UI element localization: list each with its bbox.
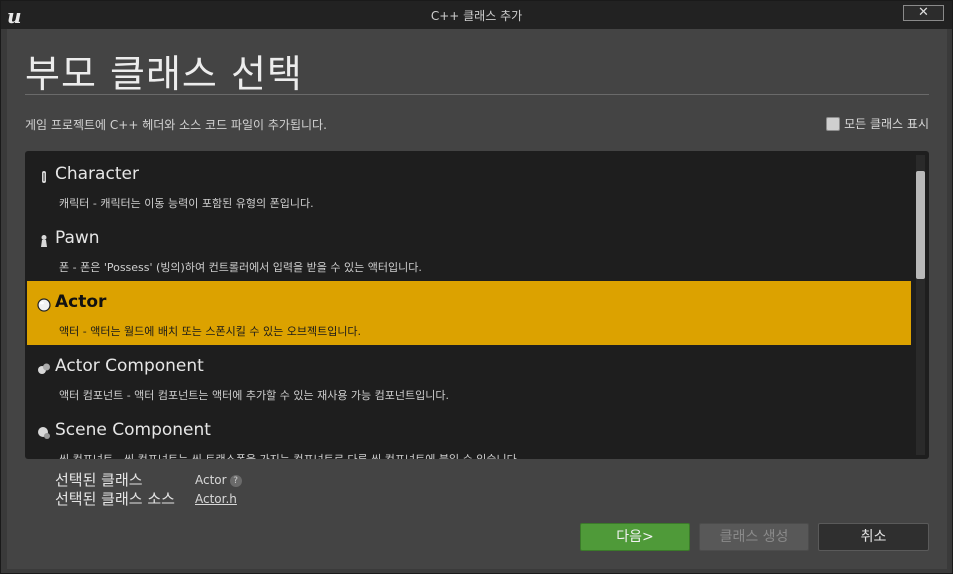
selected-class-value: Actor xyxy=(195,473,227,487)
class-name: Character xyxy=(55,164,139,184)
class-description: 폰 - 폰은 'Possess' (빙의)하여 컨트롤러에서 입력을 받을 수 … xyxy=(59,261,422,274)
close-button[interactable]: ✕ xyxy=(903,5,944,21)
dialog-content: 부모 클래스 선택 게임 프로젝트에 C++ 헤더와 소스 코드 파일이 추가됩… xyxy=(7,29,947,569)
class-description: 액터 컴포넌트 - 액터 컴포넌트는 액터에 추가할 수 있는 재사용 가능 컴… xyxy=(59,389,450,402)
page-subtitle: 게임 프로젝트에 C++ 헤더와 소스 코드 파일이 추가됩니다. xyxy=(25,118,327,132)
selection-info: 선택된 클래스 Actor? 선택된 클래스 소스 Actor.h xyxy=(55,471,242,509)
window-title: C++ 클래스 추가 xyxy=(430,9,523,23)
class-description: 액터 - 액터는 월드에 배치 또는 스폰시킬 수 있는 오브젝트입니다. xyxy=(59,325,362,338)
character-icon xyxy=(42,171,46,183)
class-description: 캐릭터 - 캐릭터는 이동 능력이 포함된 유형의 폰입니다. xyxy=(59,197,314,210)
actor-icon xyxy=(37,298,51,312)
class-item-actor-component[interactable]: Actor Component 액터 컴포넌트 - 액터 컴포넌트는 액터에 추… xyxy=(27,345,911,409)
show-all-checkbox[interactable] xyxy=(826,116,841,131)
class-name: Pawn xyxy=(55,228,100,248)
actor-component-icon xyxy=(38,363,50,374)
list-scrollbar[interactable] xyxy=(916,155,925,455)
scrollbar-thumb[interactable] xyxy=(916,171,925,279)
page-title: 부모 클래스 선택 xyxy=(25,52,303,96)
selected-class-label: 선택된 클래스 xyxy=(55,471,143,489)
class-name: Scene Component xyxy=(55,420,211,440)
scene-component-icon xyxy=(38,427,50,439)
show-all-label: 모든 클래스 표시 xyxy=(844,117,929,131)
selected-class-source-link[interactable]: Actor.h xyxy=(195,490,237,509)
title-divider xyxy=(25,94,929,95)
class-item-character[interactable]: Character 캐릭터 - 캐릭터는 이동 능력이 포함된 유형의 폰입니다… xyxy=(27,153,911,217)
help-icon[interactable]: ? xyxy=(229,474,242,487)
cancel-button[interactable]: 취소 xyxy=(818,523,929,551)
class-item-actor[interactable]: Actor 액터 - 액터는 월드에 배치 또는 스폰시킬 수 있는 오브젝트입… xyxy=(27,281,911,345)
create-class-button[interactable]: 클래스 생성 xyxy=(699,523,809,551)
parent-class-list[interactable]: Character 캐릭터 - 캐릭터는 이동 능력이 포함된 유형의 폰입니다… xyxy=(25,151,929,459)
class-name: Actor xyxy=(55,292,107,312)
class-name: Actor Component xyxy=(55,356,204,376)
add-cpp-class-dialog: u C++ 클래스 추가 ✕ 부모 클래스 선택 게임 프로젝트에 C++ 헤더… xyxy=(0,0,953,574)
pawn-icon xyxy=(41,235,47,247)
selected-class-value-wrap: Actor? xyxy=(195,471,242,490)
title-bar[interactable]: u C++ 클래스 추가 ✕ xyxy=(1,1,952,29)
selected-class-source-label: 선택된 클래스 소스 xyxy=(55,490,175,508)
class-item-pawn[interactable]: Pawn 폰 - 폰은 'Possess' (빙의)하여 컨트롤러에서 입력을 … xyxy=(27,217,911,281)
next-button[interactable]: 다음> xyxy=(580,523,690,551)
class-description: 씬 컴포넌트 - 씬 컴포넌트는 씬 트랜스폼을 가지는 컴포넌트로 다른 씬 … xyxy=(59,451,520,459)
class-item-scene-component[interactable]: Scene Component 씬 컴포넌트 - 씬 컴포넌트는 씬 트랜스폼을… xyxy=(27,409,911,459)
show-all-classes-toggle[interactable]: 모든 클래스 표시 xyxy=(826,115,929,132)
